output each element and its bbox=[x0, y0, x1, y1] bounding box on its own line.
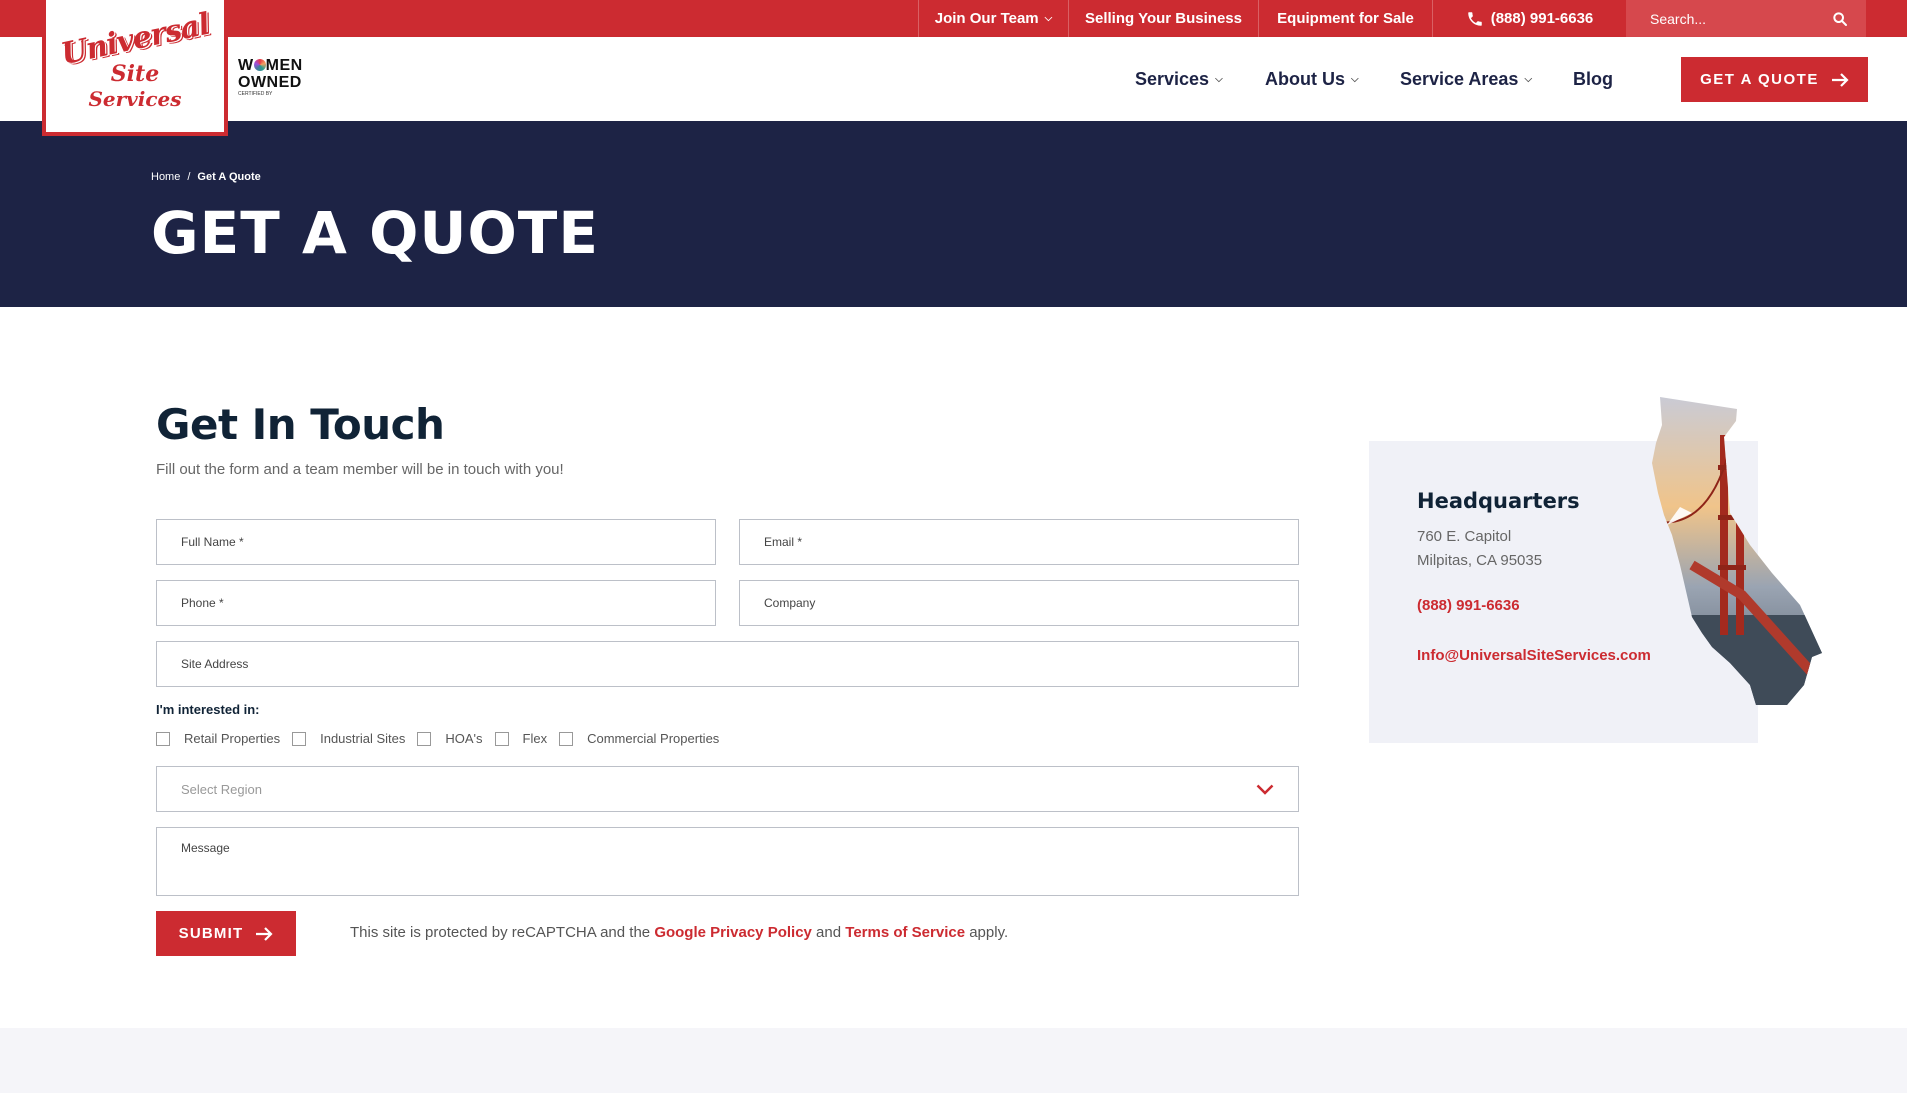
message-textarea[interactable] bbox=[157, 828, 1298, 895]
main-header: W MEN OWNED CERTIFIED BY Services ⌵ About … bbox=[0, 37, 1907, 121]
get-a-quote-label: GET A QUOTE bbox=[1700, 71, 1819, 88]
selling-your-business-link[interactable]: Selling Your Business bbox=[1068, 0, 1258, 37]
flower-icon bbox=[253, 59, 266, 71]
chevron-down-icon bbox=[1256, 784, 1274, 795]
recaptcha-text-post: apply. bbox=[965, 924, 1009, 941]
interest-checkbox-group: Retail Properties Industrial Sites HOA's… bbox=[156, 731, 731, 746]
search-box bbox=[1626, 0, 1866, 37]
recaptcha-text-and: and bbox=[811, 924, 846, 941]
nav-about-us-label: About Us bbox=[1265, 68, 1345, 89]
email-input[interactable] bbox=[740, 520, 1298, 564]
message-field-wrap bbox=[156, 827, 1299, 896]
arrow-right-icon bbox=[256, 926, 273, 941]
region-select-value: Select Region bbox=[181, 781, 262, 797]
breadcrumb-home[interactable]: Home bbox=[151, 171, 180, 183]
privacy-policy-link[interactable]: Google Privacy Policy bbox=[654, 924, 812, 941]
recaptcha-notice: This site is protected by reCAPTCHA and … bbox=[350, 924, 1008, 941]
footer-strip bbox=[0, 1028, 1907, 1093]
hoas-checkbox[interactable] bbox=[417, 731, 432, 746]
email-field-wrap bbox=[739, 519, 1299, 565]
breadcrumb-current: Get A Quote bbox=[197, 171, 261, 183]
nav-services[interactable]: Services ⌵ bbox=[1135, 37, 1223, 121]
phone-link[interactable]: (888) 991-6636 bbox=[1432, 0, 1626, 37]
submit-button[interactable]: SUBMIT bbox=[156, 911, 296, 956]
women-owned-owned: OWNED bbox=[238, 74, 302, 91]
phone-input[interactable] bbox=[157, 581, 715, 625]
women-owned-badge: W MEN OWNED CERTIFIED BY bbox=[238, 57, 312, 99]
breadcrumb-separator: / bbox=[187, 171, 191, 183]
chevron-down-icon: ⌵ bbox=[1044, 13, 1053, 24]
nav-about-us[interactable]: About Us ⌵ bbox=[1265, 37, 1359, 121]
search-icon[interactable] bbox=[1832, 11, 1848, 27]
join-our-team-label: Join Our Team bbox=[934, 10, 1039, 27]
commercial-properties-label: Commercial Properties bbox=[587, 731, 720, 746]
flex-checkbox[interactable] bbox=[494, 731, 509, 746]
headquarters-title: Headquarters bbox=[1417, 489, 1580, 513]
form-subtitle: Fill out the form and a team member will… bbox=[156, 461, 564, 478]
get-a-quote-button[interactable]: GET A QUOTE bbox=[1681, 57, 1868, 102]
california-bridge-image bbox=[1652, 397, 1822, 705]
selling-your-business-label: Selling Your Business bbox=[1085, 10, 1242, 27]
nav-service-areas[interactable]: Service Areas ⌵ bbox=[1400, 37, 1532, 121]
women-owned-w: W bbox=[238, 57, 254, 74]
equipment-for-sale-label: Equipment for Sale bbox=[1277, 10, 1414, 27]
interest-label: I'm interested in: bbox=[156, 702, 260, 717]
company-input[interactable] bbox=[740, 581, 1298, 625]
phone-icon bbox=[1467, 11, 1482, 26]
nav-blog[interactable]: Blog bbox=[1573, 37, 1613, 121]
logo-text-services: Services bbox=[88, 86, 182, 111]
top-utility-bar: Join Our Team ⌵ Selling Your Business Eq… bbox=[0, 0, 1907, 37]
nav-service-areas-label: Service Areas bbox=[1400, 68, 1519, 89]
site-logo[interactable]: Universal Site Services bbox=[42, 0, 228, 136]
hoas-label: HOA's bbox=[445, 731, 483, 746]
page-title: GET A QUOTE bbox=[151, 199, 599, 267]
headquarters-email-link[interactable]: Info@UniversalSiteServices.com bbox=[1417, 647, 1651, 664]
breadcrumb: Home / Get A Quote bbox=[151, 171, 261, 183]
company-field-wrap bbox=[739, 580, 1299, 626]
nav-blog-label: Blog bbox=[1573, 68, 1613, 89]
chevron-down-icon: ⌵ bbox=[1215, 73, 1223, 85]
phone-field-wrap bbox=[156, 580, 716, 626]
headquarters-address-line2: Milpitas, CA 95035 bbox=[1417, 552, 1543, 569]
search-input[interactable] bbox=[1650, 10, 1832, 27]
hero-banner: Home / Get A Quote GET A QUOTE bbox=[0, 121, 1907, 307]
equipment-for-sale-link[interactable]: Equipment for Sale bbox=[1258, 0, 1432, 37]
chevron-down-icon: ⌵ bbox=[1524, 73, 1533, 85]
industrial-sites-label: Industrial Sites bbox=[320, 731, 406, 746]
chevron-down-icon: ⌵ bbox=[1351, 73, 1359, 85]
logo-text-site: Site bbox=[110, 60, 160, 87]
site-address-field-wrap bbox=[156, 641, 1299, 687]
nav-services-label: Services bbox=[1135, 68, 1210, 89]
submit-label: SUBMIT bbox=[178, 925, 244, 942]
full-name-field-wrap bbox=[156, 519, 716, 565]
recaptcha-text-pre: This site is protected by reCAPTCHA and … bbox=[350, 924, 655, 941]
commercial-properties-checkbox[interactable] bbox=[559, 731, 574, 746]
site-address-input[interactable] bbox=[157, 642, 1298, 686]
terms-of-service-link[interactable]: Terms of Service bbox=[845, 924, 965, 941]
headquarters-address: 760 E. Capitol Milpitas, CA 95035 bbox=[1417, 525, 1542, 573]
women-owned-men: MEN bbox=[265, 57, 303, 74]
headquarters-phone-link[interactable]: (888) 991-6636 bbox=[1417, 597, 1520, 614]
women-owned-fine-print: CERTIFIED BY bbox=[238, 91, 273, 97]
phone-label: (888) 991-6636 bbox=[1490, 10, 1594, 27]
headquarters-address-line1: 760 E. Capitol bbox=[1417, 528, 1512, 545]
flex-label: Flex bbox=[522, 731, 548, 746]
industrial-sites-checkbox[interactable] bbox=[292, 731, 307, 746]
get-in-touch-heading: Get In Touch bbox=[156, 400, 445, 449]
region-select[interactable]: Select Region bbox=[156, 766, 1299, 812]
full-name-input[interactable] bbox=[157, 520, 715, 564]
arrow-right-icon bbox=[1831, 72, 1849, 87]
retail-properties-label: Retail Properties bbox=[184, 731, 281, 746]
retail-properties-checkbox[interactable] bbox=[156, 731, 170, 746]
join-our-team-link[interactable]: Join Our Team ⌵ bbox=[918, 0, 1068, 37]
